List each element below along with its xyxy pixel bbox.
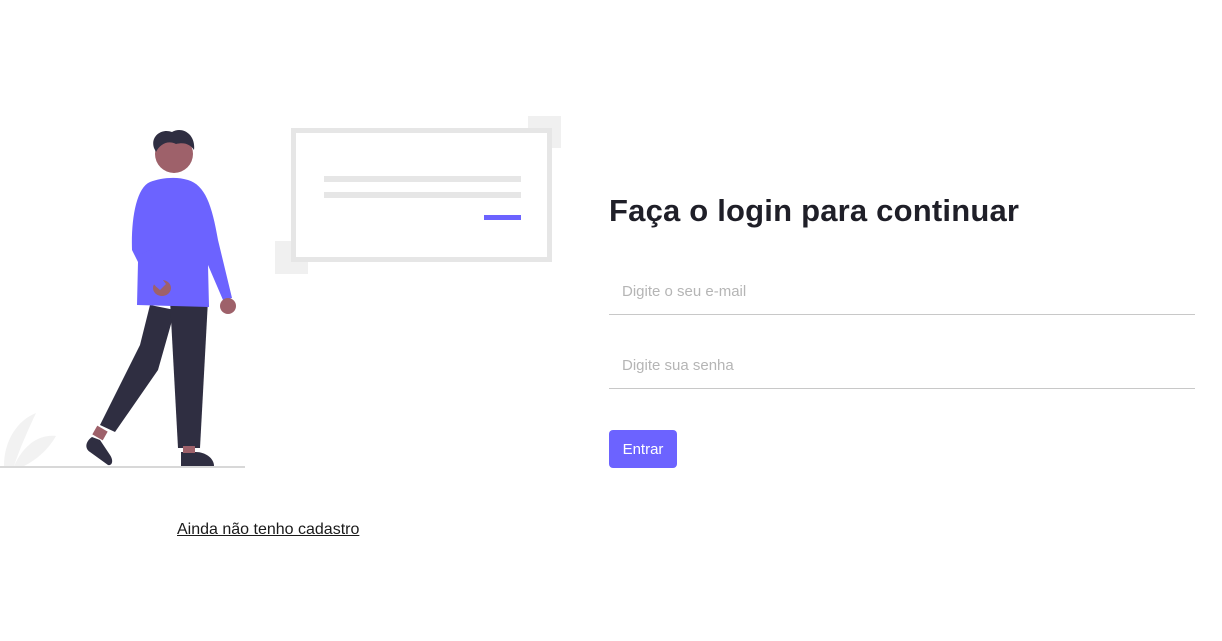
person-figure bbox=[86, 130, 236, 466]
card-accent-line bbox=[484, 215, 521, 220]
card-line-2 bbox=[324, 192, 521, 198]
page-title: Faça o login para continuar bbox=[609, 193, 1020, 228]
password-field[interactable] bbox=[609, 343, 1195, 389]
card-line-1 bbox=[324, 176, 521, 182]
login-form: Faça o login para continuar Entrar bbox=[609, 192, 1195, 468]
signup-link[interactable]: Ainda não tenho cadastro bbox=[177, 521, 359, 539]
email-field[interactable] bbox=[609, 269, 1195, 315]
login-button[interactable]: Entrar bbox=[609, 430, 677, 468]
login-illustration bbox=[0, 116, 561, 468]
login-page: Ainda não tenho cadastro Faça o login pa… bbox=[0, 0, 1222, 641]
